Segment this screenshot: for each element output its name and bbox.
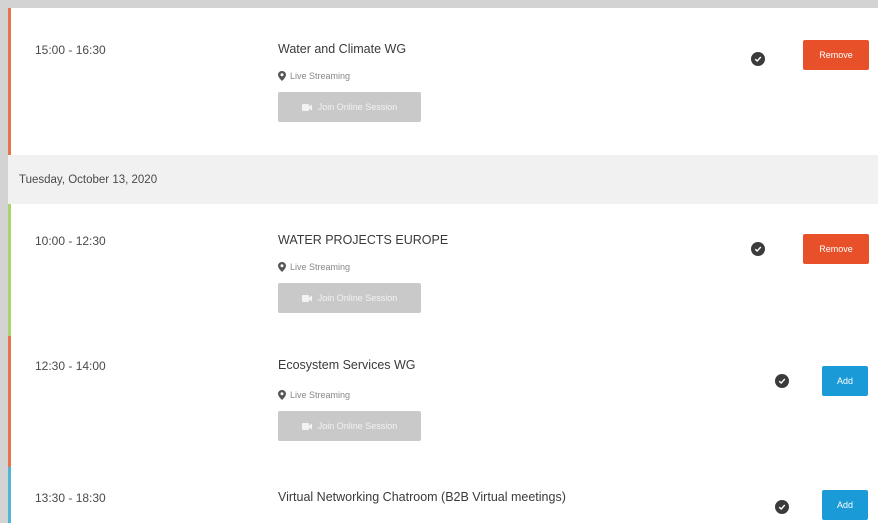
join-online-session-button[interactable]: Join Online Session xyxy=(278,92,421,122)
session-time: 10:00 - 12:30 xyxy=(35,234,106,248)
join-online-session-button[interactable]: Join Online Session xyxy=(278,283,421,313)
agenda-frame: 15:00 - 16:30 Water and Climate WG Live … xyxy=(8,8,878,523)
join-online-session-button[interactable]: Join Online Session xyxy=(278,411,421,441)
join-label: Join Online Session xyxy=(317,421,398,431)
check-circle-icon xyxy=(751,242,765,256)
session-color-bar xyxy=(8,336,11,467)
session-title[interactable]: Ecosystem Services WG xyxy=(278,358,416,372)
session-time: 12:30 - 14:00 xyxy=(35,359,106,373)
session-color-bar xyxy=(8,467,11,523)
session-title[interactable]: Virtual Networking Chatroom (B2B Virtual… xyxy=(278,490,566,504)
video-camera-icon xyxy=(301,103,312,111)
session-row: 13:30 - 18:30 Virtual Networking Chatroo… xyxy=(8,467,878,523)
session-location: Live Streaming xyxy=(278,390,350,400)
session-title[interactable]: Water and Climate WG xyxy=(278,42,406,56)
day-header-label: Tuesday, October 13, 2020 xyxy=(19,174,158,186)
session-time: 15:00 - 16:30 xyxy=(35,43,106,57)
join-label: Join Online Session xyxy=(317,293,398,303)
session-row: 12:30 - 14:00 Ecosystem Services WG Live… xyxy=(8,336,878,468)
map-pin-icon xyxy=(278,71,286,81)
remove-button[interactable]: Remove xyxy=(803,234,869,264)
video-camera-icon xyxy=(301,294,312,302)
check-circle-icon xyxy=(775,374,789,388)
add-button[interactable]: Add xyxy=(822,366,868,396)
session-row: 15:00 - 16:30 Water and Climate WG Live … xyxy=(8,8,878,156)
session-location: Live Streaming xyxy=(278,262,350,272)
check-circle-icon xyxy=(751,52,765,66)
check-circle-icon xyxy=(775,500,789,514)
session-color-bar xyxy=(8,204,11,336)
map-pin-icon xyxy=(278,262,286,272)
join-label: Join Online Session xyxy=(317,102,398,112)
session-color-bar xyxy=(8,8,11,155)
remove-button[interactable]: Remove xyxy=(803,40,869,70)
session-time: 13:30 - 18:30 xyxy=(35,491,106,505)
session-row: 10:00 - 12:30 WATER PROJECTS EUROPE Live… xyxy=(8,204,878,337)
day-header: Tuesday, October 13, 2020 xyxy=(8,155,878,205)
location-label: Live Streaming xyxy=(290,262,351,272)
map-pin-icon xyxy=(278,390,286,400)
location-label: Live Streaming xyxy=(290,71,351,81)
session-title[interactable]: WATER PROJECTS EUROPE xyxy=(278,233,448,247)
video-camera-icon xyxy=(301,422,312,430)
location-label: Live Streaming xyxy=(290,390,351,400)
add-button[interactable]: Add xyxy=(822,490,868,520)
session-location: Live Streaming xyxy=(278,71,350,81)
